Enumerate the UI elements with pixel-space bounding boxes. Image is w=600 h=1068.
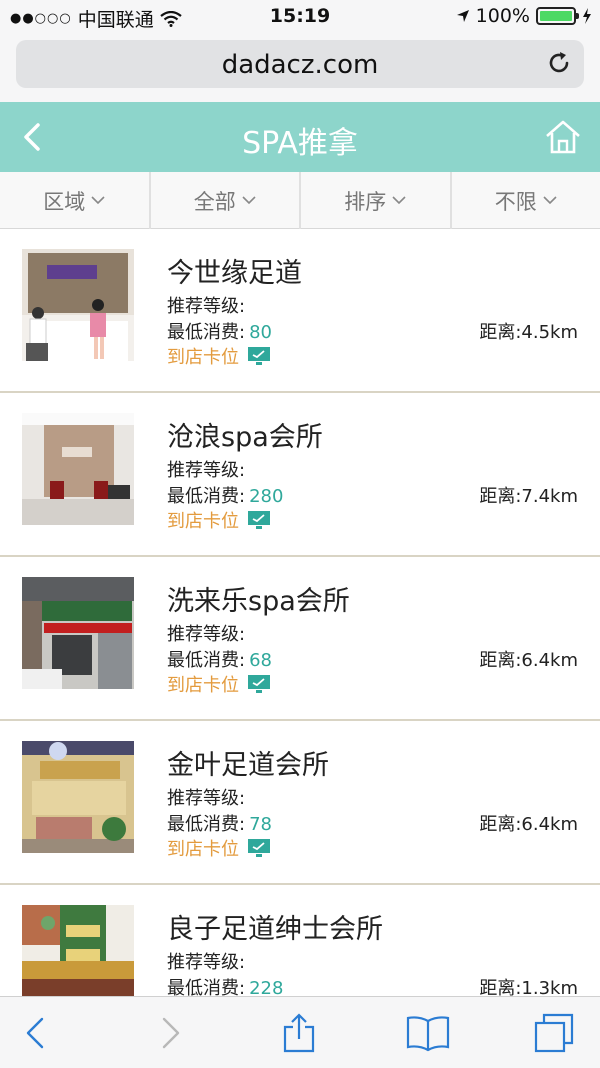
store-photo[interactable] — [22, 413, 134, 525]
filter-label: 全部 — [193, 189, 236, 214]
share-icon[interactable] — [279, 1013, 319, 1053]
monitor-icon — [248, 511, 270, 529]
filter-label: 不限 — [494, 189, 537, 214]
monitor-icon — [248, 347, 270, 365]
price-label: 最低消费: — [167, 814, 246, 835]
filter-sort[interactable]: 排序 — [301, 172, 452, 229]
price-row: 最低消费: 68 — [167, 646, 272, 672]
url-bar[interactable]: dadacz.com — [16, 40, 584, 88]
list-item[interactable]: 沧浪spa会所 推荐等级: 最低消费: 280 到店卡位 距离:7.4km — [0, 393, 600, 557]
price-label: 最低消费: — [167, 650, 246, 671]
monitor-icon — [248, 675, 270, 693]
booking-link[interactable]: 到店卡位 — [167, 671, 271, 697]
price-row: 最低消费: 280 — [167, 482, 283, 508]
app-header: SPA推拿 — [0, 102, 600, 172]
list-item[interactable]: 今世缘足道 推荐等级: 最低消费: 80 到店卡位 距离:4.5km — [0, 229, 600, 393]
store-photo[interactable] — [22, 577, 134, 689]
distance: 距离:6.4km — [479, 646, 578, 672]
booking-label: 到店卡位 — [167, 511, 239, 532]
price-row: 最低消费: 78 — [167, 810, 272, 836]
store-name[interactable]: 沧浪spa会所 — [167, 415, 323, 454]
store-name[interactable]: 今世缘足道 — [167, 251, 302, 290]
back-arrow-icon[interactable] — [16, 1013, 56, 1053]
distance-value: 7.4km — [521, 486, 578, 507]
list-item[interactable]: 洗来乐spa会所 推荐等级: 最低消费: 68 到店卡位 距离:6.4km — [0, 557, 600, 721]
price-label: 最低消费: — [167, 322, 246, 343]
rating-label: 推荐等级: — [167, 788, 246, 809]
booking-link[interactable]: 到店卡位 — [167, 507, 271, 533]
distance-label: 距离: — [479, 486, 522, 507]
price-value: 68 — [249, 650, 272, 671]
price-value: 280 — [249, 486, 284, 507]
battery-icon — [536, 7, 579, 25]
store-name[interactable]: 良子足道绅士会所 — [167, 907, 383, 946]
store-name[interactable]: 金叶足道会所 — [167, 743, 329, 782]
distance-label: 距离: — [479, 322, 522, 343]
price-row: 最低消费: 80 — [167, 318, 272, 344]
browser-address-area: dadacz.com — [0, 34, 600, 102]
status-bar: ●●○○○ 中国联通 15:19 100% — [0, 0, 600, 34]
distance: 距离:7.4km — [479, 482, 578, 508]
store-list: 今世缘足道 推荐等级: 最低消费: 80 到店卡位 距离:4.5km 沧浪spa… — [0, 229, 600, 1049]
filter-limit[interactable]: 不限 — [452, 172, 600, 229]
distance-value: 4.5km — [521, 322, 578, 343]
distance-value: 6.4km — [521, 650, 578, 671]
store-photo[interactable] — [22, 249, 134, 361]
distance-value: 6.4km — [521, 814, 578, 835]
chevron-down-icon — [91, 196, 105, 205]
booking-link[interactable]: 到店卡位 — [167, 835, 271, 861]
page-title: SPA推拿 — [242, 126, 358, 161]
price-value: 78 — [249, 814, 272, 835]
reload-icon[interactable] — [546, 50, 572, 76]
distance-label: 距离: — [479, 650, 522, 671]
rating-label: 推荐等级: — [167, 296, 246, 317]
url-text[interactable]: dadacz.com — [16, 50, 584, 80]
status-right: 100% — [456, 5, 592, 27]
filter-label: 区域 — [43, 189, 86, 214]
chevron-down-icon — [242, 196, 256, 205]
battery-percent: 100% — [475, 5, 530, 27]
distance: 距离:6.4km — [479, 810, 578, 836]
bookmarks-icon[interactable] — [406, 1013, 450, 1053]
forward-arrow-icon[interactable] — [150, 1013, 190, 1053]
distance: 距离:4.5km — [479, 318, 578, 344]
booking-label: 到店卡位 — [167, 839, 239, 860]
store-name[interactable]: 洗来乐spa会所 — [167, 579, 350, 618]
booking-link[interactable]: 到店卡位 — [167, 343, 271, 369]
home-icon[interactable] — [544, 119, 582, 155]
rating-label: 推荐等级: — [167, 952, 246, 973]
distance-label: 距离: — [479, 814, 522, 835]
location-arrow-icon — [456, 10, 469, 22]
store-photo[interactable] — [22, 741, 134, 853]
chevron-down-icon — [392, 196, 406, 205]
filter-category[interactable]: 全部 — [151, 172, 301, 229]
charging-bolt-icon — [583, 8, 591, 24]
chevron-down-icon — [543, 196, 557, 205]
browser-toolbar — [0, 996, 600, 1068]
booking-label: 到店卡位 — [167, 675, 239, 696]
rating-label: 推荐等级: — [167, 624, 246, 645]
price-value: 80 — [249, 322, 272, 343]
price-label: 最低消费: — [167, 486, 246, 507]
rating-label: 推荐等级: — [167, 460, 246, 481]
tabs-icon[interactable] — [534, 1013, 574, 1053]
monitor-icon — [248, 839, 270, 857]
list-item[interactable]: 金叶足道会所 推荐等级: 最低消费: 78 到店卡位 距离:6.4km — [0, 721, 600, 885]
booking-label: 到店卡位 — [167, 347, 239, 368]
filter-bar: 区域 全部 排序 不限 — [0, 172, 600, 229]
filter-area[interactable]: 区域 — [0, 172, 151, 229]
filter-label: 排序 — [344, 189, 387, 214]
